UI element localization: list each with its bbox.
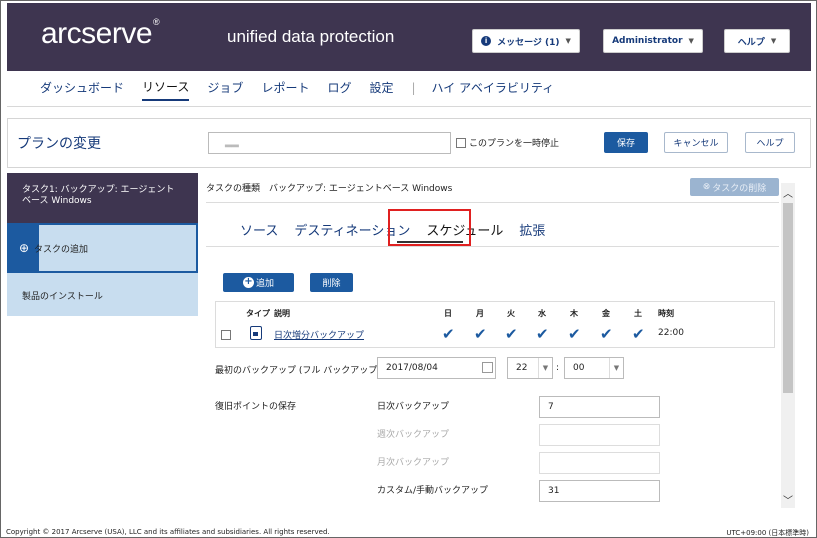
monthly-backup-input[interactable] xyxy=(539,452,660,474)
nav-logs[interactable]: ログ xyxy=(327,79,351,100)
chevron-down-icon: ▼ xyxy=(538,358,552,378)
schedule-table: タイプ 説明 日 月 火 水 木 金 土 時刻 日次増分バックアップ ✔ ✔ ✔… xyxy=(215,301,775,348)
nav-reports[interactable]: レポート xyxy=(261,79,309,100)
col-thu: 木 xyxy=(570,309,578,318)
sidebar-task-1[interactable]: タスク1: バックアップ: エージェント ベース Windows xyxy=(7,173,198,223)
pause-plan-checkbox[interactable]: このプランを一時停止 xyxy=(456,136,559,149)
footer-timezone: UTC+09:00 (日本標準時) xyxy=(726,529,809,537)
custom-backup-label: カスタム/手動バックアップ xyxy=(377,486,489,496)
plus-icon: + xyxy=(242,276,254,288)
delete-task-button[interactable]: ⊗ タスクの削除 xyxy=(690,178,779,196)
top-header: arcserve® unified data protection i メッセー… xyxy=(7,3,811,71)
main-nav: ダッシュボード リソース ジョブ レポート ログ 設定 | ハイ アベイラビリテ… xyxy=(40,78,572,101)
cancel-button[interactable]: キャンセル xyxy=(664,132,728,153)
check-mon: ✔ xyxy=(474,325,487,343)
page-title: プランの変更 xyxy=(17,136,101,152)
user-menu-button[interactable]: Administrator ▼ xyxy=(603,29,703,53)
first-backup-date-input[interactable]: 2017/08/04 xyxy=(377,357,496,379)
tab-divider xyxy=(206,246,779,247)
chevron-down-icon: ▼ xyxy=(609,358,623,378)
retention-label: 復旧ポイントの保存 xyxy=(215,402,297,412)
close-circle-icon: ⊗ xyxy=(702,182,711,192)
col-description: 説明 xyxy=(274,309,290,318)
weekly-backup-label: 週次バックアップ xyxy=(377,430,450,440)
check-sun: ✔ xyxy=(442,325,455,343)
schedule-description-link[interactable]: 日次増分バックアップ xyxy=(274,328,364,341)
help-menu-button[interactable]: ヘルプ ▼ xyxy=(724,29,790,53)
col-time: 時刻 xyxy=(658,309,674,318)
tab-advanced[interactable]: 拡張 xyxy=(519,220,545,239)
nav-jobs[interactable]: ジョブ xyxy=(207,79,243,100)
check-thu: ✔ xyxy=(568,325,581,343)
check-fri: ✔ xyxy=(600,325,613,343)
row-checkbox[interactable] xyxy=(221,330,231,340)
first-backup-label: 最初のバックアップ (フル バックアップ) xyxy=(215,366,381,376)
weekly-backup-input[interactable] xyxy=(539,424,660,446)
check-tue: ✔ xyxy=(505,325,518,343)
nav-dashboard[interactable]: ダッシュボード xyxy=(40,79,124,100)
task-content: タスクの種類 バックアップ: エージェントベース Windows ⊗ タスクの削… xyxy=(198,173,781,508)
sidebar-install-product[interactable]: 製品のインストール xyxy=(7,273,198,316)
custom-backup-input[interactable]: 31 xyxy=(539,480,660,502)
save-button[interactable]: 保存 xyxy=(604,132,648,153)
tab-source[interactable]: ソース xyxy=(240,220,278,239)
info-icon: i xyxy=(481,36,492,46)
calendar-icon xyxy=(250,326,262,340)
col-sun: 日 xyxy=(444,309,452,318)
table-row[interactable]: 日次増分バックアップ ✔ ✔ ✔ ✔ ✔ ✔ ✔ 22:00 xyxy=(216,322,774,348)
messages-button[interactable]: i メッセージ (1) ▼ xyxy=(472,29,580,53)
col-type: タイプ xyxy=(246,309,270,318)
nav-resources[interactable]: リソース xyxy=(142,78,190,101)
task-sidebar: タスク1: バックアップ: エージェント ベース Windows ⊕ タスクの追… xyxy=(7,173,198,316)
task-type-label: タスクの種類 バックアップ: エージェントベース Windows xyxy=(206,184,453,194)
chevron-down-icon[interactable]: ﹀ xyxy=(781,492,795,507)
schedule-time: 22:00 xyxy=(658,328,684,338)
plan-toolbar: プランの変更 ▂▂ このプランを一時停止 保存 キャンセル ヘルプ xyxy=(7,118,811,168)
col-mon: 月 xyxy=(476,309,484,318)
daily-backup-input[interactable]: 7 xyxy=(539,396,660,418)
help-button[interactable]: ヘルプ xyxy=(745,132,795,153)
add-schedule-button[interactable]: + 追加 xyxy=(223,273,294,292)
divider xyxy=(206,202,779,203)
chevron-down-icon: ▼ xyxy=(688,37,694,45)
add-task-button[interactable]: ⊕ タスクの追加 xyxy=(7,223,198,273)
product-tagline: unified data protection xyxy=(227,27,395,46)
nav-divider xyxy=(7,106,811,107)
checkbox[interactable] xyxy=(456,137,466,148)
check-sat: ✔ xyxy=(632,325,645,343)
first-backup-hour-select[interactable]: 22 ▼ xyxy=(507,357,553,379)
col-sat: 土 xyxy=(634,309,642,318)
chevron-up-icon[interactable]: ︿ xyxy=(781,185,795,200)
monthly-backup-label: 月次バックアップ xyxy=(377,458,450,468)
scroll-thumb[interactable] xyxy=(783,203,793,393)
footer-copyright: Copyright © 2017 Arcserve (USA), LLC and… xyxy=(6,528,330,536)
nav-high-availability[interactable]: ハイ アベイラビリティ xyxy=(432,79,555,100)
first-backup-minute-select[interactable]: 00 ▼ xyxy=(564,357,624,379)
col-fri: 金 xyxy=(602,309,610,318)
daily-backup-label: 日次バックアップ xyxy=(377,402,450,412)
col-wed: 水 xyxy=(538,309,546,318)
nav-separator: | xyxy=(411,80,416,95)
check-wed: ✔ xyxy=(536,325,549,343)
content-scrollbar[interactable]: ︿ ﹀ xyxy=(781,183,795,508)
chevron-down-icon: ▼ xyxy=(565,37,571,45)
delete-schedule-button[interactable]: 削除 xyxy=(310,273,353,292)
col-tue: 火 xyxy=(507,309,515,318)
calendar-icon[interactable] xyxy=(482,362,493,373)
arcserve-logo: arcserve® xyxy=(41,17,160,50)
time-colon: : xyxy=(556,363,560,373)
plan-name-input[interactable]: ▂▂ xyxy=(208,132,451,154)
active-tab-underline xyxy=(397,241,463,243)
chevron-down-icon: ▼ xyxy=(770,37,777,45)
nav-settings[interactable]: 設定 xyxy=(369,79,393,100)
